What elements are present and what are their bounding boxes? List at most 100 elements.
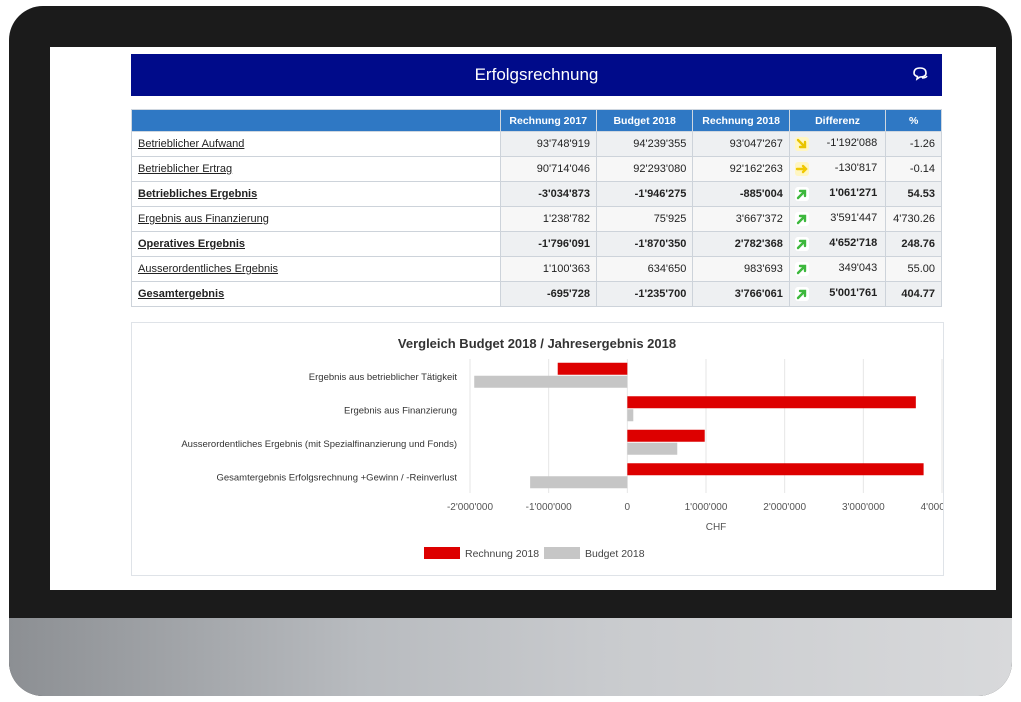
x-tick-label: 4'000'000	[921, 502, 943, 513]
row-label-link[interactable]: Betrieblicher Ertrag	[138, 163, 232, 175]
rechnung-2017-cell: -1'796'091	[499, 231, 597, 257]
percent-cell: -0.14	[885, 156, 942, 182]
budget-2018-cell: -1'870'350	[595, 231, 694, 257]
rechnung-2018-cell: 3'766'061	[692, 281, 790, 307]
budget-2018-cell: -1'235'700	[595, 281, 694, 307]
page-title: Erfolgsrechnung	[474, 65, 599, 84]
rechnung-2018-cell: -885'004	[692, 181, 790, 207]
differenz-value: 3'591'447	[830, 212, 878, 224]
row-label-cell: Operatives Ergebnis	[131, 231, 501, 257]
rechnung-2018-cell: 2'782'368	[692, 231, 790, 257]
category-label: Gesamtergebnis Erfolgsrechnung +Gewinn /…	[216, 472, 457, 483]
rechnung-2018-cell: 92'162'263	[692, 156, 790, 182]
differenz-cell: 5'001'761	[788, 281, 887, 307]
results-table: Rechnung 2017 Budget 2018 Rechnung 2018 …	[131, 109, 942, 307]
x-tick-label: 1'000'000	[685, 502, 728, 513]
x-tick-label: 2'000'000	[763, 502, 806, 513]
bar-rechnung-2018	[627, 463, 924, 476]
trend-up-right-icon	[794, 287, 809, 301]
table-row: Ergebnis aus Finanzierung 1'238'782 75'925…	[131, 206, 942, 232]
rechnung-2017-cell: -695'728	[499, 281, 597, 307]
row-label-cell: Betrieblicher Ertrag	[131, 156, 501, 182]
differenz-value: 349'043	[838, 262, 878, 274]
column-header: %	[885, 109, 942, 132]
table-row: Betrieblicher Ertrag 90'714'046 92'293'080…	[131, 156, 942, 182]
differenz-cell: -1'192'088	[788, 131, 887, 157]
legend-swatch-rechnung	[424, 547, 460, 559]
row-label-cell: Betriebliches Ergebnis	[131, 181, 501, 207]
comparison-chart: Vergleich Budget 2018 / Jahresergebnis 2…	[131, 322, 964, 576]
bar-rechnung-2018	[627, 429, 705, 442]
trend-right-icon	[794, 162, 809, 176]
row-label-link[interactable]: Ausserordentliches Ergebnis	[138, 263, 278, 275]
legend-swatch-budget	[544, 547, 580, 559]
x-tick-label: -1'000'000	[526, 502, 573, 513]
legend-label: Budget 2018	[585, 548, 645, 560]
category-label: Ergebnis aus betrieblicher Tätigkeit	[309, 372, 458, 383]
percent-cell: 55.00	[885, 256, 942, 282]
laptop-frame: Erfolgsrechnung Rechnung 2017 Budget 201…	[9, 6, 1012, 696]
column-header: Rechnung 2018	[692, 109, 790, 132]
differenz-cell: 3'591'447	[788, 206, 887, 232]
bar-budget-2018	[530, 476, 628, 489]
percent-cell: 248.76	[885, 231, 942, 257]
column-header: Rechnung 2017	[499, 109, 597, 132]
bar-chart: Vergleich Budget 2018 / Jahresergebnis 2…	[181, 336, 963, 560]
trend-up-right-icon	[794, 212, 809, 226]
rechnung-2018-cell: 93'047'267	[692, 131, 790, 157]
differenz-cell: -130'817	[788, 156, 887, 182]
x-axis-label: CHF	[706, 522, 727, 533]
row-label-link[interactable]: Betriebliches Ergebnis	[138, 188, 257, 200]
rechnung-2017-cell: 93'748'919	[499, 131, 597, 157]
laptop-base	[9, 618, 1012, 696]
row-label-link[interactable]: Gesamtergebnis	[138, 288, 224, 300]
rechnung-2018-cell: 983'693	[692, 256, 790, 282]
table-header-row: Rechnung 2017 Budget 2018 Rechnung 2018 …	[131, 109, 942, 132]
chart-title: Vergleich Budget 2018 / Jahresergebnis 2…	[398, 336, 676, 351]
trend-up-right-icon	[794, 187, 809, 201]
rechnung-2018-cell: 3'667'372	[692, 206, 790, 232]
percent-cell: 4'730.26	[885, 206, 942, 232]
table-row: Betriebliches Ergebnis -3'034'873 -1'946'2…	[131, 181, 942, 207]
category-label: Ergebnis aus Finanzierung	[344, 405, 457, 416]
bar-budget-2018	[627, 442, 678, 455]
differenz-value: 1'061'271	[829, 187, 878, 199]
percent-cell: -1.26	[885, 131, 942, 157]
bar-rechnung-2018	[557, 362, 628, 375]
legend-label: Rechnung 2018	[465, 548, 539, 560]
page-header: Erfolgsrechnung	[131, 54, 942, 96]
trend-up-right-icon	[794, 237, 809, 251]
chat-icon[interactable]	[912, 66, 930, 82]
table-row: Betrieblicher Aufwand 93'748'919 94'239'35…	[131, 131, 942, 157]
budget-2018-cell: 94'239'355	[595, 131, 694, 157]
x-tick-label: 0	[625, 502, 631, 513]
differenz-cell: 4'652'718	[788, 231, 887, 257]
budget-2018-cell: -1'946'275	[595, 181, 694, 207]
rechnung-2017-cell: -3'034'873	[499, 181, 597, 207]
x-tick-label: 3'000'000	[842, 502, 885, 513]
row-label-cell: Gesamtergebnis	[131, 281, 501, 307]
trend-down-right-icon	[794, 137, 809, 151]
column-header	[131, 109, 501, 132]
table-row: Operatives Ergebnis -1'796'091 -1'870'350 2…	[131, 231, 942, 257]
budget-2018-cell: 92'293'080	[595, 156, 694, 182]
rechnung-2017-cell: 1'100'363	[499, 256, 597, 282]
row-label-link[interactable]: Betrieblicher Aufwand	[138, 138, 244, 150]
column-header: Budget 2018	[595, 109, 694, 132]
differenz-value: -130'817	[834, 162, 878, 174]
x-tick-label: -2'000'000	[447, 502, 494, 513]
rechnung-2017-cell: 90'714'046	[499, 156, 597, 182]
differenz-value: 4'652'718	[829, 237, 878, 249]
differenz-cell: 349'043	[788, 256, 887, 282]
column-header: Differenz	[788, 109, 887, 132]
differenz-value: 5'001'761	[829, 287, 878, 299]
category-label: Ausserordentliches Ergebnis (mit Spezial…	[181, 439, 457, 450]
row-label-cell: Ausserordentliches Ergebnis	[131, 256, 501, 282]
rechnung-2017-cell: 1'238'782	[499, 206, 597, 232]
table-row: Gesamtergebnis -695'728 -1'235'700 3'766'06…	[131, 281, 942, 307]
differenz-value: -1'192'088	[826, 137, 878, 149]
row-label-cell: Betrieblicher Aufwand	[131, 131, 501, 157]
row-label-link[interactable]: Operatives Ergebnis	[138, 238, 245, 250]
percent-cell: 404.77	[885, 281, 942, 307]
row-label-link[interactable]: Ergebnis aus Finanzierung	[138, 213, 269, 225]
